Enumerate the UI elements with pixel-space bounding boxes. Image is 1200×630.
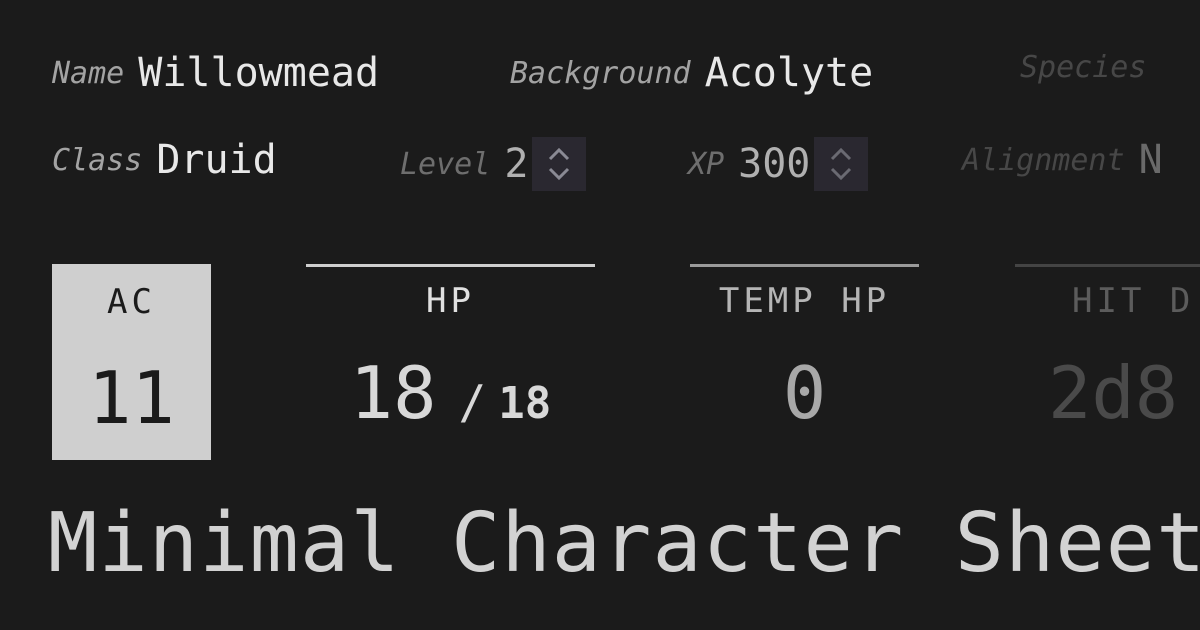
species-label: Species <box>1020 50 1147 85</box>
hit-dice-value[interactable]: 2d8 <box>1015 351 1200 435</box>
alignment-value[interactable]: N <box>1139 137 1163 183</box>
level-label: Level <box>400 146 491 182</box>
xp-field[interactable]: XP 300 <box>688 137 869 191</box>
background-label: Background <box>510 55 691 91</box>
class-label: Class <box>52 142 143 178</box>
temp-hp-value[interactable]: 0 <box>690 351 919 435</box>
xp-stepper[interactable] <box>814 137 869 191</box>
hp-max[interactable]: 18 <box>498 378 551 429</box>
hp-stat: HP 18/18 <box>306 264 595 435</box>
hp-divider <box>306 264 595 267</box>
hp-separator: / <box>458 375 487 429</box>
armor-class-box: AC 11 <box>52 264 211 460</box>
species-field[interactable]: Species <box>1020 50 1160 85</box>
name-label: Name <box>52 55 125 91</box>
hp-current[interactable]: 18 <box>350 351 437 435</box>
background-value[interactable]: Acolyte <box>705 50 874 96</box>
temp-hp-stat: TEMP HP 0 <box>690 264 919 435</box>
background-field[interactable]: Background Acolyte <box>510 50 873 96</box>
temp-hp-label: TEMP HP <box>718 281 891 321</box>
chevron-up-down-icon <box>549 147 570 181</box>
level-stepper[interactable] <box>532 137 587 191</box>
hit-dice-divider <box>1015 264 1200 267</box>
armor-class-label: AC <box>107 282 156 322</box>
hit-dice-stat: HIT D 2d8 <box>1015 264 1200 435</box>
xp-value[interactable]: 300 <box>738 141 810 187</box>
hp-label: HP <box>426 281 475 321</box>
class-value[interactable]: Druid <box>156 137 276 183</box>
hit-dice-label: HIT D <box>1072 281 1195 321</box>
level-value[interactable]: 2 <box>504 141 528 187</box>
name-value[interactable]: Willowmead <box>138 50 379 96</box>
page-title: Minimal Character Sheet <box>48 496 1200 591</box>
alignment-field[interactable]: Alignment N <box>962 137 1163 183</box>
class-field[interactable]: Class Druid <box>52 137 277 183</box>
level-field[interactable]: Level 2 <box>400 137 587 191</box>
chevron-up-down-icon <box>831 147 852 181</box>
armor-class-value[interactable]: 11 <box>52 356 211 440</box>
hp-value: 18/18 <box>306 351 595 435</box>
alignment-label: Alignment <box>962 142 1125 178</box>
name-field[interactable]: Name Willowmead <box>52 50 379 96</box>
xp-label: XP <box>688 146 725 182</box>
temp-hp-divider <box>690 264 919 267</box>
